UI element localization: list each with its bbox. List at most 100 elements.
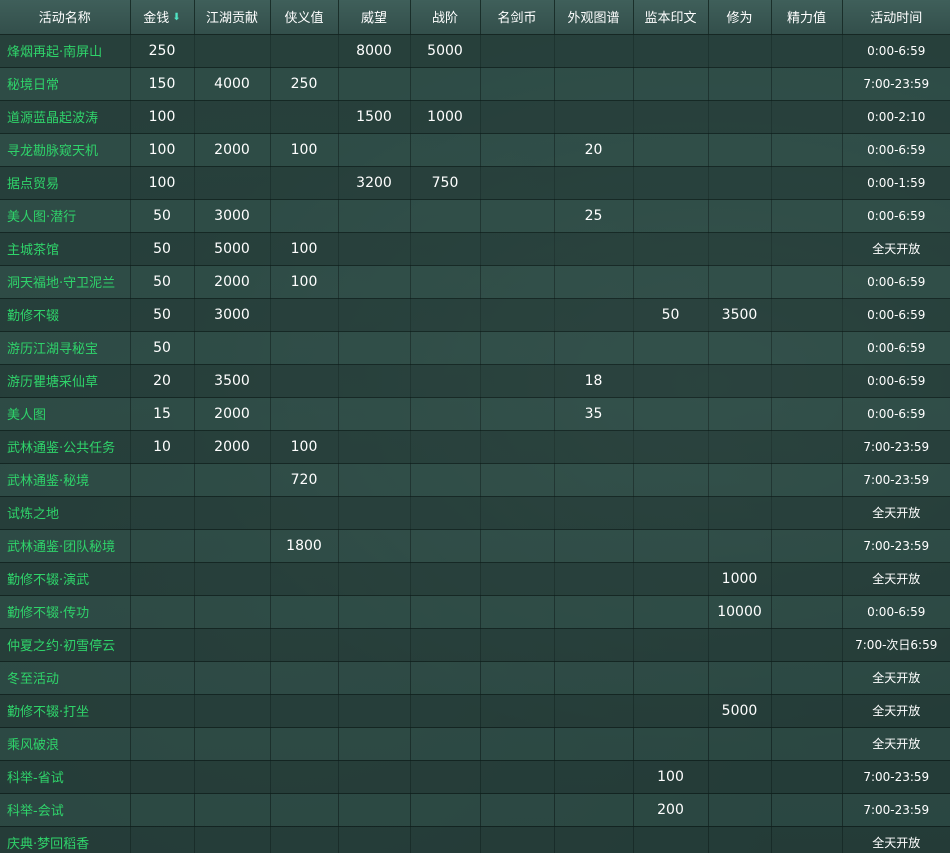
cell-sword-coin	[480, 232, 555, 266]
cell-prestige	[338, 694, 411, 728]
cell-appearance	[554, 595, 634, 629]
table-row[interactable]: 道源蓝晶起波涛 100 1500 1000 0:00-2:10	[0, 100, 950, 134]
cell-rank	[410, 496, 481, 530]
cell-money: 100	[130, 133, 195, 167]
table-row[interactable]: 勤修不辍·传功 10000 0:00-6:59	[0, 595, 950, 629]
table-body: 烽烟再起·南屏山 250 8000 5000 0:00-6:59 秘境日常 150 4000 2…	[0, 34, 950, 853]
cell-money: 100	[130, 166, 195, 200]
cell-rank	[410, 760, 481, 794]
table-row[interactable]: 庆典·梦回稻香 全天开放	[0, 826, 950, 853]
cell-time: 全天开放	[842, 694, 950, 728]
table-row[interactable]: 冬至活动 全天开放	[0, 661, 950, 695]
cell-rank	[410, 298, 481, 332]
table-row[interactable]: 乘风破浪 全天开放	[0, 727, 950, 761]
cell-name: 勤修不辍·打坐	[0, 694, 131, 728]
cell-prestige	[338, 562, 411, 596]
table-row[interactable]: 科举-会试 200 7:00-23:59	[0, 793, 950, 827]
cell-sword-coin	[480, 430, 555, 464]
column-header-energy[interactable]: 精力值	[771, 0, 843, 35]
cell-sword-coin	[480, 826, 555, 853]
cell-seal	[633, 397, 709, 431]
cell-energy	[771, 265, 843, 299]
table-row[interactable]: 武林通鉴·团队秘境 1800 7:00-23:59	[0, 529, 950, 563]
cell-contribution: 3000	[194, 199, 271, 233]
cell-money: 100	[130, 100, 195, 134]
cell-time: 全天开放	[842, 826, 950, 853]
cell-rank: 5000	[410, 34, 481, 68]
column-header-chivalry[interactable]: 侠义值	[270, 0, 339, 35]
cell-contribution	[194, 496, 271, 530]
cell-cultivation	[708, 496, 772, 530]
cell-chivalry	[270, 100, 339, 134]
cell-sword-coin	[480, 496, 555, 530]
column-header-cultivation[interactable]: 修为	[708, 0, 772, 35]
cell-seal	[633, 661, 709, 695]
cell-rank	[410, 694, 481, 728]
column-header-sword-coin[interactable]: 名剑币	[480, 0, 555, 35]
sort-down-icon[interactable]: ⬇︎	[172, 12, 180, 23]
table-row[interactable]: 试炼之地 全天开放	[0, 496, 950, 530]
cell-time: 0:00-6:59	[842, 34, 950, 68]
cell-seal	[633, 100, 709, 134]
cell-seal	[633, 628, 709, 662]
cell-time: 全天开放	[842, 661, 950, 695]
column-header-rank[interactable]: 战阶	[410, 0, 481, 35]
table-row[interactable]: 秘境日常 150 4000 250 7:00-23:59	[0, 67, 950, 101]
column-header-activity-name[interactable]: 活动名称	[0, 0, 131, 35]
cell-sword-coin	[480, 133, 555, 167]
cell-money: 15	[130, 397, 195, 431]
table-row[interactable]: 武林通鉴·公共任务 10 2000 100 7:00-23:59	[0, 430, 950, 464]
cell-seal	[633, 826, 709, 853]
column-header-label: 金钱	[143, 11, 170, 27]
cell-contribution: 5000	[194, 232, 271, 266]
cell-prestige	[338, 529, 411, 563]
column-header-label: 活动名称	[38, 11, 91, 27]
table-row[interactable]: 烽烟再起·南屏山 250 8000 5000 0:00-6:59	[0, 34, 950, 68]
cell-chivalry	[270, 34, 339, 68]
cell-seal	[633, 727, 709, 761]
cell-money: 10	[130, 430, 195, 464]
cell-time: 7:00-23:59	[842, 463, 950, 497]
cell-name: 秘境日常	[0, 67, 131, 101]
cell-rank	[410, 595, 481, 629]
cell-rank	[410, 826, 481, 853]
cell-contribution	[194, 727, 271, 761]
table-row[interactable]: 寻龙勘脉窥天机 100 2000 100 20 0:00-6:59	[0, 133, 950, 167]
table-row[interactable]: 美人图 15 2000 35 0:00-6:59	[0, 397, 950, 431]
cell-appearance	[554, 331, 634, 365]
table-row[interactable]: 洞天福地·守卫泥兰 50 2000 100 0:00-6:59	[0, 265, 950, 299]
cell-contribution	[194, 34, 271, 68]
table-row[interactable]: 科举-省试 100 7:00-23:59	[0, 760, 950, 794]
table-row[interactable]: 美人图·潜行 50 3000 25 0:00-6:59	[0, 199, 950, 233]
cell-rank	[410, 232, 481, 266]
table-row[interactable]: 勤修不辍·演武 1000 全天开放	[0, 562, 950, 596]
cell-prestige	[338, 298, 411, 332]
column-header-prestige[interactable]: 威望	[338, 0, 411, 35]
cell-chivalry	[270, 562, 339, 596]
table-row[interactable]: 游历瞿塘采仙草 20 3500 18 0:00-6:59	[0, 364, 950, 398]
column-header-contribution[interactable]: 江湖贡献	[194, 0, 271, 35]
table-row[interactable]: 仲夏之约·初雪停云 7:00-次日6:59	[0, 628, 950, 662]
column-header-time[interactable]: 活动时间	[842, 0, 950, 35]
table-row[interactable]: 勤修不辍·打坐 5000 全天开放	[0, 694, 950, 728]
cell-cultivation	[708, 265, 772, 299]
cell-sword-coin	[480, 628, 555, 662]
cell-contribution	[194, 793, 271, 827]
cell-time: 全天开放	[842, 562, 950, 596]
table-row[interactable]: 武林通鉴·秘境 720 7:00-23:59	[0, 463, 950, 497]
cell-cultivation	[708, 34, 772, 68]
column-header-appearance[interactable]: 外观图谱	[554, 0, 634, 35]
cell-sword-coin	[480, 331, 555, 365]
column-header-money[interactable]: 金钱 ⬇︎	[130, 0, 195, 35]
cell-time: 7:00-23:59	[842, 430, 950, 464]
cell-rank	[410, 133, 481, 167]
table-row[interactable]: 游历江湖寻秘宝 50 0:00-6:59	[0, 331, 950, 365]
cell-seal	[633, 694, 709, 728]
table-row[interactable]: 主城茶馆 50 5000 100 全天开放	[0, 232, 950, 266]
cell-time: 0:00-6:59	[842, 364, 950, 398]
table-row[interactable]: 据点贸易 100 3200 750 0:00-1:59	[0, 166, 950, 200]
table-row[interactable]: 勤修不辍 50 3000 50 3500 0:00-6:59	[0, 298, 950, 332]
column-header-seal[interactable]: 监本印文	[633, 0, 709, 35]
cell-prestige	[338, 496, 411, 530]
cell-chivalry	[270, 760, 339, 794]
